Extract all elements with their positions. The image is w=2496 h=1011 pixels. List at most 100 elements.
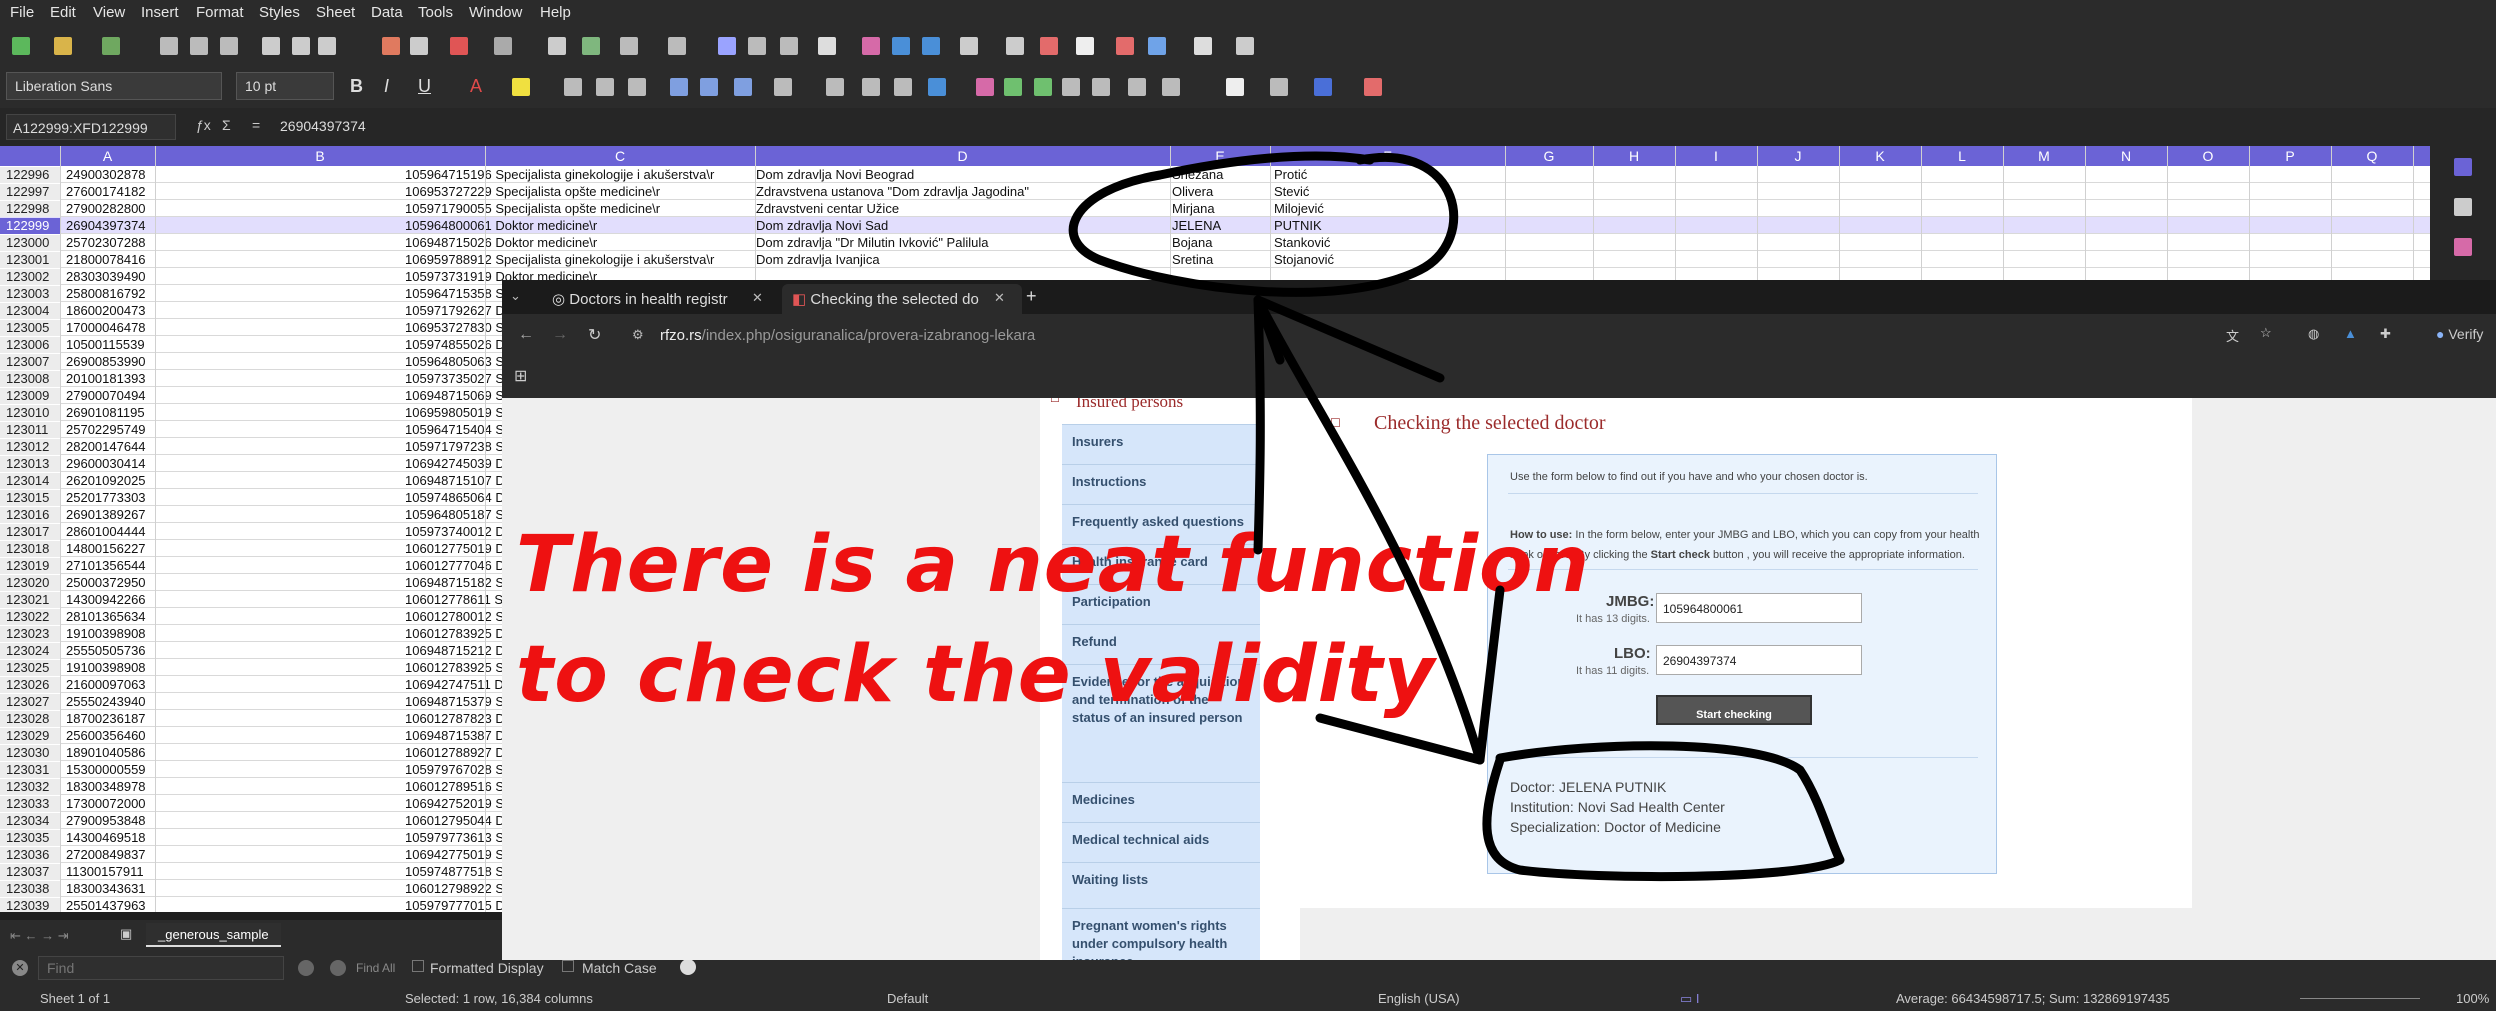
row-icon[interactable] [620, 37, 638, 55]
pivot-table-icon[interactable] [922, 37, 940, 55]
highlight-icon[interactable] [512, 78, 530, 96]
spelling-icon[interactable] [582, 37, 600, 55]
col-header-j[interactable]: J [1757, 148, 1839, 164]
menu-edit[interactable]: Edit [50, 4, 76, 21]
back-icon[interactable]: ← [518, 326, 534, 344]
cell-a[interactable]: 25000372950 [66, 575, 156, 590]
clone-formatting-icon[interactable] [382, 37, 400, 55]
cell-a[interactable]: 27900282800 [66, 201, 156, 216]
print-preview-icon[interactable] [220, 37, 238, 55]
table-row[interactable]: 122996 24900302878 105964715196 Specijalis… [0, 166, 2430, 183]
reload-icon[interactable]: ↻ [588, 325, 601, 345]
cell-e[interactable]: Snežana [1172, 167, 1268, 182]
cell-a[interactable]: 21600097063 [66, 677, 156, 692]
cell-c[interactable]: 105971790055 Specijalista opšte medicine… [405, 201, 750, 216]
language[interactable]: English (USA) [1378, 991, 1460, 1006]
cell-a[interactable]: 28101365634 [66, 609, 156, 624]
close-tab-icon[interactable]: ✕ [994, 290, 1005, 306]
row-number[interactable]: 123026 [0, 677, 60, 693]
cell-a[interactable]: 19100398908 [66, 626, 156, 641]
cell-a[interactable]: 19100398908 [66, 660, 156, 675]
italic-icon[interactable]: I [384, 76, 389, 97]
col-header-l[interactable]: L [1921, 148, 2003, 164]
gallery-icon[interactable] [2454, 238, 2472, 256]
redo-icon[interactable] [494, 37, 512, 55]
borders-icon[interactable] [1226, 78, 1244, 96]
new-tab-icon[interactable]: + [1026, 286, 1037, 307]
cell-c[interactable]: 106953727229 Specijalista opšte medicine… [405, 184, 750, 199]
close-find-icon[interactable]: ✕ [12, 960, 28, 976]
align-right-icon[interactable] [628, 78, 646, 96]
cell-a[interactable]: 17300072000 [66, 796, 156, 811]
col-header-p[interactable]: P [2249, 148, 2331, 164]
cell-a[interactable]: 28200147644 [66, 439, 156, 454]
cell-a[interactable]: 28303039490 [66, 269, 156, 284]
cell-a[interactable]: 15300000559 [66, 762, 156, 777]
formula-input[interactable]: 26904397374 [280, 118, 366, 134]
site-info-icon[interactable]: ⚙ [632, 327, 644, 343]
cell-a[interactable]: 28601004444 [66, 524, 156, 539]
row-number[interactable]: 123005 [0, 320, 60, 336]
cell-c[interactable]: 105964800061 Doktor medicine\r [405, 218, 750, 233]
align-bottom-icon[interactable] [734, 78, 752, 96]
tab-list-icon[interactable]: ⌄ [510, 288, 521, 304]
cell-e[interactable]: JELENA [1172, 218, 1268, 233]
start-checking-button[interactable]: Start checking [1656, 695, 1812, 725]
verify-button[interactable]: ● Verify [2436, 326, 2483, 342]
merge-center-icon[interactable] [862, 78, 880, 96]
row-number[interactable]: 123008 [0, 371, 60, 387]
cell-d[interactable]: Dom zdravlja Ivanjica [756, 252, 1166, 267]
unmerge-icon[interactable] [894, 78, 912, 96]
row-number[interactable]: 123006 [0, 337, 60, 353]
translate-icon[interactable]: 文 [2226, 326, 2239, 345]
cell-f[interactable]: PUTNIK [1274, 218, 1502, 233]
cell-a[interactable]: 27900953848 [66, 813, 156, 828]
cell-e[interactable]: Mirjana [1172, 201, 1268, 216]
col-header-k[interactable]: K [1839, 148, 1921, 164]
cell-f[interactable]: Stojanović [1274, 252, 1502, 267]
table-row[interactable]: 122997 27600174182 106953727229 Specijalis… [0, 183, 2430, 200]
cell-a[interactable]: 25702307288 [66, 235, 156, 250]
sum-icon[interactable]: Σ [222, 117, 231, 133]
cell-e[interactable]: Olivera [1172, 184, 1268, 199]
sheet-tab[interactable]: _generous_sample [146, 923, 281, 947]
header-footer-icon[interactable] [1076, 37, 1094, 55]
styles-icon[interactable] [2454, 198, 2472, 216]
menu-tools[interactable]: Tools [418, 4, 453, 21]
autofilter-icon[interactable] [818, 37, 836, 55]
row-number[interactable]: 123039 [0, 898, 60, 912]
cell-a[interactable]: 27900070494 [66, 388, 156, 403]
cell-a[interactable]: 24900302878 [66, 167, 156, 182]
selection-mode-icon[interactable]: ▭ I [1680, 991, 1700, 1007]
row-number[interactable]: 123030 [0, 745, 60, 761]
row-number[interactable]: 122998 [0, 201, 60, 217]
row-number[interactable]: 122997 [0, 184, 60, 200]
col-header-b[interactable]: B [155, 148, 485, 164]
col-header-f[interactable]: F [1270, 148, 1505, 164]
comment-icon[interactable] [1040, 37, 1058, 55]
bookmark-star-icon[interactable]: ☆ [2260, 325, 2272, 341]
menu-data[interactable]: Data [371, 4, 403, 21]
cell-a[interactable]: 26900853990 [66, 354, 156, 369]
formatted-display-checkbox[interactable] [412, 960, 424, 972]
menu-view[interactable]: View [93, 4, 125, 21]
hyperlink-icon[interactable] [1006, 37, 1024, 55]
cell-a[interactable]: 10500115539 [66, 337, 156, 352]
row-number[interactable]: 123037 [0, 864, 60, 880]
row-number[interactable]: 123014 [0, 473, 60, 489]
menu-format[interactable]: Format [196, 4, 244, 21]
cell-a[interactable]: 26904397374 [66, 218, 156, 233]
name-box[interactable]: A122999:XFD122999 [6, 114, 176, 140]
cell-c[interactable]: 105964715196 Specijalista ginekologije i… [405, 167, 750, 182]
col-header-m[interactable]: M [2003, 148, 2085, 164]
special-character-icon[interactable] [960, 37, 978, 55]
col-header-n[interactable]: N [2085, 148, 2167, 164]
row-number[interactable]: 123001 [0, 252, 60, 268]
find-replace-dialog-icon[interactable] [680, 959, 696, 975]
cell-a[interactable]: 26901389267 [66, 507, 156, 522]
cell-d[interactable]: Dom zdravlja Novi Sad [756, 218, 1166, 233]
percent-icon[interactable] [976, 78, 994, 96]
properties-icon[interactable] [2454, 158, 2472, 176]
row-number[interactable]: 123027 [0, 694, 60, 710]
font-size-box[interactable]: 10 pt [236, 72, 334, 100]
